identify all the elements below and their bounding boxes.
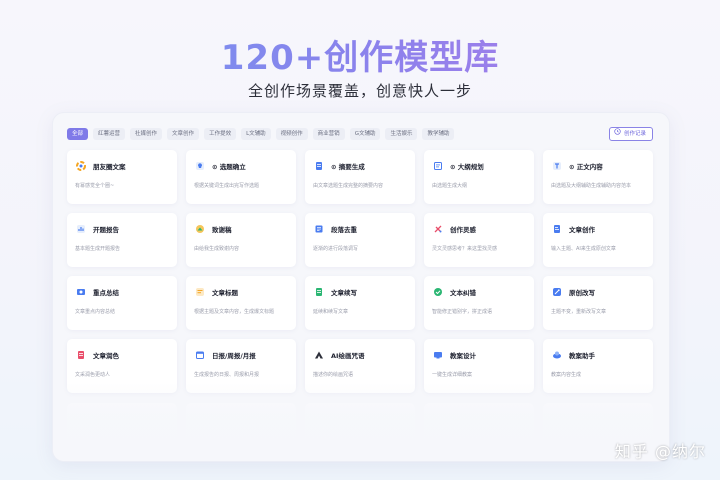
paint-icon [313,349,325,361]
model-card-description: 由选题及大纲辅助生成辅助内容范本 [551,183,632,189]
tab-lifestyle[interactable]: 生活娱乐 [385,128,418,140]
thanks-icon [194,223,206,235]
model-library-panel: 全部 红薯运营 社媒创作 文章创作 工作提效 L文辅助 视频创作 商业营销 G文… [52,112,670,462]
model-card-description: 由给我生成致谢内容 [194,246,240,252]
text-icon [551,160,563,172]
model-card-description: 主题不变，重新改写文章 [551,309,607,315]
tab-article[interactable]: 文章创作 [167,128,200,140]
model-card[interactable]: 致谢稿 由给我生成致谢内容 [186,213,296,267]
polish-icon [75,349,87,361]
model-card-title: 文章创作 [569,226,595,234]
hero-subtitle: 全创作场景覆盖，创意快人一步 [247,82,472,100]
model-card[interactable]: ⊙ 正文内容 由选题及大纲辅助生成辅助内容范本 [543,150,653,204]
model-card-title: 朋友圈文案 [93,163,126,171]
model-card-description: 生成报告的日报、周报和月报 [194,372,260,378]
tab-all[interactable]: 全部 [67,128,89,140]
model-card[interactable]: 文章创作 输入主题、AI来生成原创文章 [543,213,653,267]
model-card-title: 开题报告 [93,226,119,234]
watermark: 知乎 @纳尔 [614,442,706,461]
model-card[interactable]: ⊙ 大纲规划 由选题生成大纲 [424,150,534,204]
calendar-icon [194,349,206,361]
tab-g-writing[interactable]: G文辅助 [349,128,381,140]
lightbulb-icon [194,160,206,172]
history-button-label: 创作记录 [623,131,646,137]
model-card-title: 文章标题 [212,289,238,297]
model-card[interactable]: 朋友圈文案 有幂感觉全个圈~ [67,150,177,204]
model-card-description: 基本题生成开题报告 [75,246,121,252]
summary-icon [75,286,87,298]
model-card-description: 一键生成详细教案 [432,372,473,378]
model-card-description: 由选题生成大纲 [432,183,468,189]
model-card-title: 文章润色 [93,352,119,360]
model-card[interactable]: 文章标题 根据主题及文章内容，生成爆文标题 [186,276,296,330]
model-card-description: 根据关键词生成出完写作选题 [194,183,260,189]
model-card[interactable]: 文章续写 延续和续写文章 [305,276,415,330]
model-card[interactable]: 原创改写 主题不变，重新改写文章 [543,276,653,330]
model-card[interactable]: 重点总结 文章重点内容总结 [67,276,177,330]
article-icon [551,223,563,235]
model-card-description: 智能修正错别字，拼正成语 [432,309,493,315]
proofread-icon [432,286,444,298]
model-card-description: 逐渐的进行段落调写 [313,246,359,252]
model-card-title: 原创改写 [569,289,595,297]
document-icon [313,160,325,172]
paragraph-icon [313,223,325,235]
model-card-title: 文本纠错 [450,289,476,297]
model-card-title: ⊙ 摘要生成 [331,163,365,171]
model-card-title: ⊙ 选题确立 [212,163,246,171]
tab-xiaohongshu[interactable]: 红薯运营 [93,128,126,140]
model-card-title: 日报/周报/月报 [212,352,256,360]
model-card-description: 有幂感觉全个圈~ [75,183,115,189]
model-card-title: 段落去重 [331,226,357,234]
model-card-title: ⊙ 大纲规划 [450,163,484,171]
model-card[interactable]: 文本纠错 智能修正错别字，拼正成语 [424,276,534,330]
model-card-title: ⊙ 正文内容 [569,163,603,171]
model-card-description: 根据主题及文章内容，生成爆文标题 [194,309,275,315]
model-card[interactable]: 段落去重 逐渐的进行段落调写 [305,213,415,267]
model-card-description: 由文章选题生成完整的摘要内容 [313,183,384,189]
hero-title: 120+创作模型库 [0,30,720,79]
tab-teaching[interactable]: 教学辅助 [422,128,455,140]
model-card[interactable]: ⊙ 选题确立 根据关键词生成出完写作选题 [186,150,296,204]
tab-l-writing[interactable]: L文辅助 [241,128,271,140]
outline-icon [432,160,444,172]
headline-icon [194,286,206,298]
model-card-description: 延续和续写文章 [313,309,349,315]
model-card-title: 文章续写 [331,289,357,297]
lesson-icon [432,349,444,361]
model-card-description: 描述你的绘画咒语 [313,372,354,378]
model-card[interactable]: 创作灵感 灵文灵感思考？来这里找灵感 [424,213,534,267]
model-card-description: 教案内容生成 [551,372,582,378]
model-card-title: 致谢稿 [212,226,232,234]
sparkle-icon [432,223,444,235]
model-card-title: 创作灵感 [450,226,476,234]
tab-social-media[interactable]: 社媒创作 [130,128,163,140]
model-card-description: 灵文灵感思考？来这里找灵感 [432,246,498,252]
report-icon [75,223,87,235]
model-card-title: AI绘画咒语 [331,352,365,360]
rewrite-icon [551,286,563,298]
clock-icon [614,128,621,140]
model-card-title: 重点总结 [93,289,119,297]
model-card-description: 文章重点内容总结 [75,309,116,315]
model-card[interactable]: ⊙ 摘要生成 由文章选题生成完整的摘要内容 [305,150,415,204]
history-button[interactable]: 创作记录 [608,127,653,141]
model-card-description: 输入主题、AI来生成原创文章 [551,246,616,252]
bottom-fade-overlay [53,383,669,461]
continue-icon [313,286,325,298]
tab-productivity[interactable]: 工作提效 [204,128,237,140]
tab-marketing[interactable]: 商业营销 [312,128,345,140]
model-card-description: 文采润色更动人 [75,372,111,378]
model-card-title: 教案设计 [450,352,476,360]
category-tabs: 全部 红薯运营 社媒创作 文章创作 工作提效 L文辅助 视频创作 商业营销 G文… [67,128,455,140]
wheel-icon [75,160,87,172]
model-card[interactable]: 开题报告 基本题生成开题报告 [67,213,177,267]
model-card-title: 教案助手 [569,352,595,360]
model-card-grid: 朋友圈文案 有幂感觉全个圈~ ⊙ 选题确立 根据关键词生成出完写作选题 ⊙ 摘要… [67,150,653,393]
assistant-icon [551,349,563,361]
tab-video[interactable]: 视频创作 [275,128,308,140]
